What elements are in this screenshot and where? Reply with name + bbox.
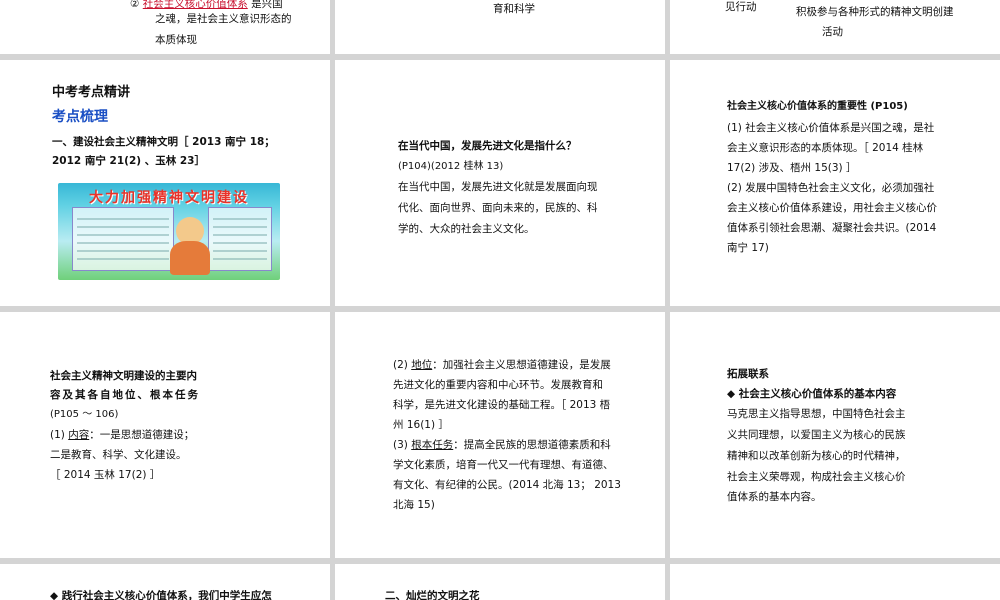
top-left-line3: 本质体现 bbox=[155, 34, 197, 46]
content-line3: ［ 2014 玉林 17(2) ］ bbox=[50, 469, 161, 481]
task-line1: (3) 根本任务：提高全民族的思想道德素质和科 bbox=[393, 435, 611, 455]
subsection-heading: 考点梳理 bbox=[52, 109, 108, 125]
content-line2: 义共同理想，以爱国主义为核心的民族 bbox=[727, 429, 906, 441]
status-line3: 科学，是先进文化建设的基础工程。［ 2013 梧 bbox=[393, 399, 611, 411]
content-line3: 精神和以改革创新为核心的时代精神， bbox=[727, 450, 906, 462]
slide-bottom-mid: 二、灿烂的文明之花 bbox=[335, 564, 665, 600]
content-line5: 值体系的基本内容。 bbox=[727, 491, 822, 503]
poster-panel-left bbox=[72, 207, 174, 271]
question-reference: (P104)(2012 桂林 13) bbox=[398, 161, 504, 172]
answer-line2: 代化、面向世界、面向未来的，民族的、科 bbox=[398, 202, 598, 214]
item-number: (3) bbox=[393, 439, 412, 451]
point-line2: 会主义意识形态的本质体现。［ 2014 桂林 bbox=[727, 142, 924, 154]
line-tail: ：加强社会主义思想道德建设，是发展 bbox=[432, 359, 611, 371]
content-line2: 二是教育、科学、文化建设。 bbox=[50, 449, 187, 461]
term-task: 根本任务 bbox=[411, 439, 454, 451]
answer-line1: 在当代中国，发展先进文化就是发展面向现 bbox=[398, 181, 598, 193]
point-line4: (2) 发展中国特色社会主义文化，必须加强社 bbox=[727, 182, 935, 194]
top-mid-line: 育和科学 bbox=[493, 3, 535, 15]
term-content: 内容 bbox=[68, 429, 90, 441]
task-line2: 学文化素质，培育一代又一代有理想、有道德、 bbox=[393, 459, 614, 471]
slide-bottom-right bbox=[670, 564, 1000, 600]
content-line1: 马克思主义指导思想，中国特色社会主 bbox=[727, 408, 906, 420]
bottom-left-line: ◆ 践行社会主义核心价值体系，我们中学生应怎 bbox=[50, 590, 272, 600]
question: 在当代中国，发展先进文化是指什么？ bbox=[398, 140, 577, 152]
civilization-poster-image: 大力加强精神文明建设 bbox=[58, 183, 280, 280]
slide-heading: 拓展联系 bbox=[727, 368, 769, 380]
content-line4: 社会主义荣辱观，构成社会主义核心价 bbox=[727, 471, 906, 483]
poster-title: 大力加强精神文明建设 bbox=[89, 190, 249, 206]
section-heading: 中考考点精讲 bbox=[52, 85, 131, 100]
status-line4: 州 16(1) ］ bbox=[393, 419, 449, 431]
content-line1: (1) 内容：一是思想道德建设； bbox=[50, 425, 194, 445]
line-tail: ：提高全民族的思想道德素质和科 bbox=[453, 439, 611, 451]
task-line4: 北海 15) bbox=[393, 499, 435, 511]
slide-extension: 拓展联系 ◆ 社会主义核心价值体系的基本内容 马克思主义指导思想，中国特色社会主… bbox=[670, 312, 1000, 558]
status-line1: (2) 地位：加强社会主义思想道德建设，是发展 bbox=[393, 355, 611, 375]
slide-subheading: ◆ 社会主义核心价值体系的基本内容 bbox=[727, 388, 897, 400]
slide-top-right: 见行动 积极参与各种形式的精神文明创建 活动 bbox=[670, 0, 1000, 54]
slide-advanced-culture: 在当代中国，发展先进文化是指什么？ (P104)(2012 桂林 13) 在当代… bbox=[335, 60, 665, 306]
slide-main-content: 社会主义精神文明建设的主要内 容及其各自地位、根本任务 (P105 ～ 106)… bbox=[0, 312, 330, 558]
status-line2: 先进文化的重要内容和中心环节。发展教育和 bbox=[393, 379, 603, 391]
item-number: (2) bbox=[393, 359, 412, 371]
top-right-line3: 活动 bbox=[822, 26, 843, 38]
answer-line3: 学的、大众的社会主义文化。 bbox=[398, 223, 535, 235]
term-status: 地位 bbox=[411, 359, 433, 371]
line-tail: ：一是思想道德建设； bbox=[89, 429, 195, 441]
point-line6: 值体系引领社会思潮、凝聚社会共识。(2014 bbox=[727, 222, 937, 234]
slide-top-left: ② 社会主义核心价值体系 是兴国 之魂，是社会主义意识形态的 本质体现 bbox=[0, 0, 330, 54]
page-reference: (P105 ～ 106) bbox=[50, 409, 119, 420]
item-number: (1) bbox=[50, 429, 69, 441]
topic-line2: 2012 南宁 21(2) 、玉林 23］ bbox=[52, 155, 205, 167]
top-left-line2: 之魂，是社会主义意识形态的 bbox=[155, 13, 292, 25]
slide-title-line1: 社会主义精神文明建设的主要内 bbox=[50, 370, 197, 382]
point-line1: (1) 社会主义核心价值体系是兴国之魂，是社 bbox=[727, 122, 935, 134]
item-number: ② bbox=[130, 0, 140, 10]
bottom-mid-line: 二、灿烂的文明之花 bbox=[385, 590, 480, 600]
slide-bottom-left: ◆ 践行社会主义核心价值体系，我们中学生应怎 bbox=[0, 564, 330, 600]
poster-figure bbox=[170, 241, 210, 275]
slide-title-line2: 容及其各自地位、根本任务 bbox=[50, 389, 200, 401]
task-line3: 有文化、有纪律的公民。(2014 北海 13； 2013 bbox=[393, 479, 621, 491]
slide-title: 社会主义核心价值体系的重要性 (P105) bbox=[727, 101, 908, 112]
slide-status-task: (2) 地位：加强社会主义思想道德建设，是发展 先进文化的重要内容和中心环节。发… bbox=[335, 312, 665, 558]
poster-panel-right bbox=[208, 207, 272, 271]
point-line5: 会主义核心价值体系建设，用社会主义核心价 bbox=[727, 202, 937, 214]
point-line3: 17(2) 涉及、梧州 15(3) ］ bbox=[727, 162, 857, 174]
top-right-line1: 见行动 bbox=[725, 1, 757, 13]
topic-line1: 一、建设社会主义精神文明［ 2013 南宁 18； bbox=[52, 136, 275, 148]
slide-top-mid: 育和科学 bbox=[335, 0, 665, 54]
top-right-line2: 积极参与各种形式的精神文明创建 bbox=[796, 6, 954, 18]
point-line7: 南宁 17) bbox=[727, 242, 769, 254]
slide-core-values-importance: 社会主义核心价值体系的重要性 (P105) (1) 社会主义核心价值体系是兴国之… bbox=[670, 60, 1000, 306]
